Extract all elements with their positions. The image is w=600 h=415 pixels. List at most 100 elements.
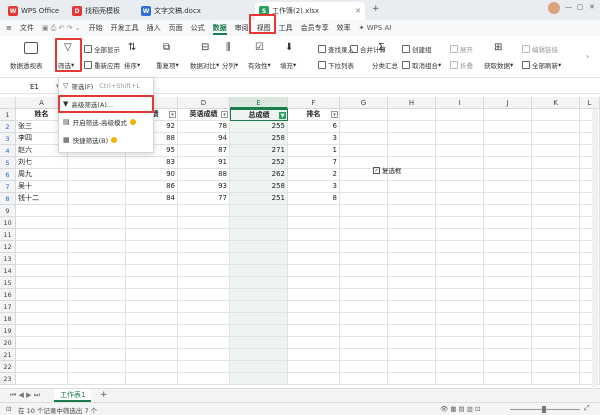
cell[interactable] [388, 133, 436, 145]
cell[interactable] [230, 325, 288, 337]
cell[interactable] [532, 145, 580, 157]
cell[interactable] [484, 229, 532, 241]
cell[interactable] [340, 253, 388, 265]
cell[interactable] [230, 349, 288, 361]
cell[interactable] [436, 133, 484, 145]
edit-link-button[interactable]: 编辑链接 [522, 44, 558, 54]
cell[interactable] [532, 193, 580, 205]
refresh-all-button[interactable]: 全部刷新 ▾ [522, 60, 561, 70]
cell[interactable] [16, 253, 68, 265]
cell[interactable]: 3 [288, 181, 340, 193]
cell[interactable] [230, 289, 288, 301]
macro-icon[interactable]: ⊡ [6, 405, 11, 413]
cell[interactable] [436, 217, 484, 229]
cell[interactable] [532, 169, 580, 181]
cell[interactable] [484, 301, 532, 313]
cell[interactable]: 93 [178, 181, 230, 193]
cell[interactable] [16, 373, 68, 385]
cell[interactable] [532, 373, 580, 385]
cell[interactable] [532, 217, 580, 229]
cell[interactable] [16, 361, 68, 373]
cell[interactable] [230, 337, 288, 349]
row-header[interactable]: 17 [0, 301, 16, 313]
cell[interactable] [484, 217, 532, 229]
menu-devtools[interactable]: 开发工具 [107, 20, 143, 36]
cell[interactable] [388, 109, 436, 121]
row-header[interactable]: 1 [0, 109, 16, 121]
cell[interactable] [230, 205, 288, 217]
cell[interactable] [16, 205, 68, 217]
cell[interactable] [68, 241, 126, 253]
header-cell[interactable]: 英语成绩 ▾ [178, 109, 230, 121]
cell[interactable] [230, 241, 288, 253]
cell[interactable] [68, 349, 126, 361]
cell[interactable] [340, 313, 388, 325]
cell[interactable] [484, 277, 532, 289]
cell[interactable] [340, 361, 388, 373]
cell[interactable]: 94 [178, 133, 230, 145]
column-header[interactable]: F [288, 97, 340, 109]
cell[interactable] [16, 301, 68, 313]
cell[interactable] [126, 313, 178, 325]
cell[interactable] [388, 313, 436, 325]
cell[interactable] [288, 217, 340, 229]
menu-item-advanced-mode[interactable]: ▤ 开启筛选-高级模式 [63, 116, 136, 128]
row-header[interactable]: 8 [0, 193, 16, 205]
cell[interactable]: 91 [178, 157, 230, 169]
cell[interactable] [340, 265, 388, 277]
filter-dropdown-icon[interactable]: ▾ [331, 111, 338, 118]
cell[interactable] [436, 265, 484, 277]
cell[interactable]: 251 [230, 193, 288, 205]
cell[interactable]: 88 [178, 169, 230, 181]
cell[interactable]: 0 [68, 193, 126, 205]
cell[interactable] [436, 301, 484, 313]
cell[interactable]: 钱十二 [16, 193, 68, 205]
menu-efficiency[interactable]: 效率 [333, 20, 355, 36]
cell[interactable] [230, 277, 288, 289]
cell[interactable] [178, 349, 230, 361]
tab-word-doc[interactable]: W 文字文稿.docx [137, 2, 237, 20]
cell[interactable]: 78 [178, 121, 230, 133]
cell[interactable] [484, 109, 532, 121]
cell[interactable]: 6 [288, 121, 340, 133]
menu-member[interactable]: 会员专享 [297, 20, 333, 36]
column-header[interactable]: K [532, 97, 580, 109]
cell[interactable] [484, 337, 532, 349]
cell[interactable] [178, 289, 230, 301]
close-window-icon[interactable]: ✕ [589, 3, 595, 11]
cell[interactable]: 90 [126, 169, 178, 181]
cell[interactable] [340, 289, 388, 301]
checkbox-control[interactable]: ✓ 复选框 [373, 165, 402, 175]
create-group-button[interactable]: 创建组 [402, 44, 432, 54]
cell[interactable] [16, 217, 68, 229]
menu-data[interactable]: 数据 [209, 20, 231, 36]
row-header[interactable]: 22 [0, 361, 16, 373]
cell[interactable] [126, 373, 178, 385]
cell[interactable] [436, 229, 484, 241]
cell[interactable] [388, 301, 436, 313]
menu-item-filter[interactable]: ▽ 筛选(F) Ctrl+Shift+L [63, 80, 151, 92]
cell[interactable] [388, 145, 436, 157]
cell[interactable] [532, 205, 580, 217]
cell[interactable] [532, 109, 580, 121]
cell[interactable] [484, 373, 532, 385]
cell[interactable] [288, 265, 340, 277]
ungroup-button[interactable]: 取消组合 ▾ [402, 60, 441, 70]
cell[interactable] [532, 277, 580, 289]
show-all-button[interactable]: 全部显示 [84, 44, 120, 54]
minimize-icon[interactable]: — [565, 3, 572, 11]
cell[interactable]: 258 [230, 181, 288, 193]
cell[interactable] [388, 241, 436, 253]
row-header[interactable]: 2 [0, 121, 16, 133]
cell[interactable] [484, 265, 532, 277]
cell[interactable]: 86 [126, 181, 178, 193]
column-header[interactable]: G [340, 97, 388, 109]
cell[interactable] [484, 325, 532, 337]
column-header[interactable]: H [388, 97, 436, 109]
filter-dropdown-icon[interactable]: ▾ [169, 111, 176, 118]
cell[interactable] [340, 109, 388, 121]
cell[interactable] [388, 181, 436, 193]
cell[interactable] [16, 313, 68, 325]
cell[interactable] [68, 313, 126, 325]
cell[interactable] [288, 313, 340, 325]
